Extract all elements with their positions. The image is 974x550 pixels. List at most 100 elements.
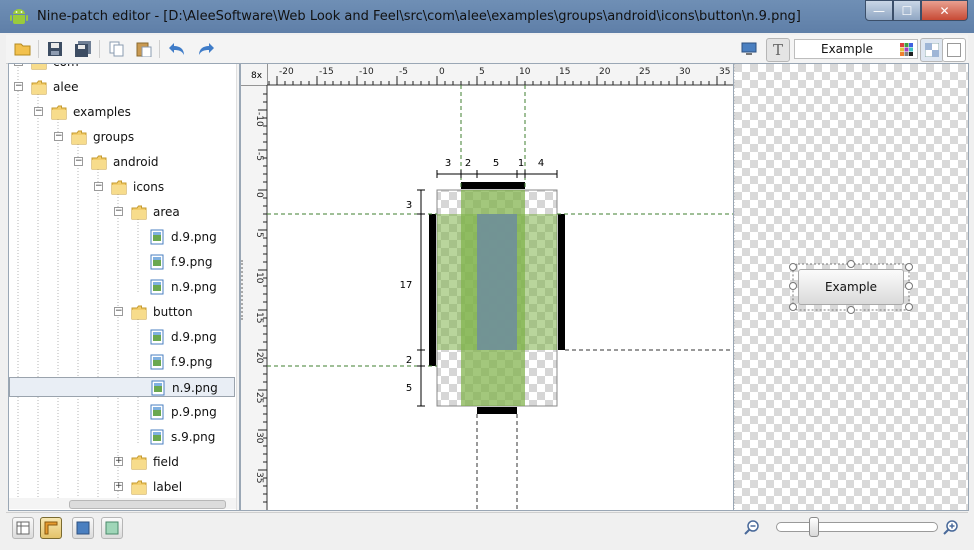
nine-patch-image[interactable] — [429, 182, 565, 414]
open-button[interactable] — [12, 38, 34, 60]
paste-button[interactable] — [133, 38, 155, 60]
tree-folder-row[interactable]: − area — [9, 202, 235, 222]
tree-folder-row[interactable]: − icons — [9, 177, 235, 197]
expand-toggle-icon[interactable]: + — [114, 482, 123, 491]
nine-patch-editor[interactable]: 8x -20 -15 -10 -5 0 5 10 15 20 25 30 35 -10 -5 0 5 10 15 2… — [240, 63, 734, 511]
top-ruler-label: 25 — [639, 67, 650, 77]
tree-file-row[interactable]: n.9.png — [9, 277, 235, 297]
checker-background-button[interactable] — [920, 38, 944, 62]
tree-item-label: f.9.png — [171, 255, 213, 269]
tree-folder-row[interactable]: + label — [9, 477, 235, 497]
left-ruler-label: 20 — [254, 352, 264, 364]
tree-item-label: groups — [93, 130, 135, 144]
tree-file-row[interactable]: d.9.png — [9, 227, 235, 247]
top-ruler — [241, 64, 733, 85]
tree-folder-row[interactable]: − android — [9, 152, 235, 172]
save-button[interactable] — [44, 38, 66, 60]
top-ruler-label: 10 — [519, 67, 531, 77]
nine-patch-guides-icon — [16, 521, 30, 535]
tree-horizontal-thumb[interactable] — [69, 500, 226, 509]
col-measure-2: 2 — [465, 158, 471, 169]
image-file-icon — [150, 229, 164, 245]
left-ruler-label: 35 — [254, 472, 264, 483]
tree-item-label: examples — [73, 105, 131, 119]
file-tree[interactable]: −com−alee−examples−groups−android−icons−… — [8, 63, 240, 511]
redo-button[interactable] — [195, 38, 217, 60]
undo-button[interactable] — [166, 38, 188, 60]
copy-button[interactable] — [106, 38, 128, 60]
preview-screen-button[interactable] — [738, 38, 760, 60]
guides-toggle-button[interactable] — [12, 517, 34, 539]
collapse-toggle-icon[interactable]: − — [54, 132, 63, 141]
col-measure-1: 3 — [445, 158, 451, 169]
tree-file-row[interactable]: p.9.png — [9, 402, 235, 422]
nine-patch-canvas[interactable]: 8x -20 -15 -10 -5 0 5 10 15 20 25 30 35-10-50510152… — [241, 64, 733, 510]
folder-icon — [51, 105, 67, 120]
collapse-toggle-icon[interactable]: − — [34, 107, 43, 116]
bottom-content-mark[interactable] — [477, 407, 517, 414]
tree-file-row[interactable]: s.9.png — [9, 427, 235, 447]
tree-folder-row[interactable]: − alee — [9, 77, 235, 97]
ruler-toggle-button[interactable] — [40, 517, 62, 539]
tree-file-row[interactable]: f.9.png — [9, 352, 235, 372]
white-background-button[interactable] — [942, 38, 966, 62]
splitter-grip[interactable] — [241, 260, 246, 320]
folder-icon — [111, 180, 127, 195]
tree-folder-row[interactable]: − button — [9, 302, 235, 322]
folder-icon — [31, 80, 47, 95]
minimize-button[interactable]: — — [865, 0, 893, 21]
tree-horizontal-scrollbar[interactable] — [9, 498, 236, 509]
top-stretch-mark[interactable] — [461, 182, 525, 189]
collapse-toggle-icon[interactable]: − — [74, 157, 83, 166]
preview-button[interactable]: Example — [798, 269, 904, 305]
tree-item-label: icons — [133, 180, 165, 194]
preview-text-field[interactable]: Example — [794, 39, 918, 59]
tree-folder-row[interactable]: − com — [9, 64, 235, 72]
tree-file-row[interactable]: n.9.png — [9, 377, 235, 397]
zoom-in-icon[interactable] — [942, 519, 959, 536]
left-stretch-mark[interactable] — [429, 214, 436, 366]
tree-folder-row[interactable]: + field — [9, 452, 235, 472]
tree-file-row[interactable]: d.9.png — [9, 327, 235, 347]
zoom-out-icon[interactable] — [743, 519, 760, 536]
tree-folder-row[interactable]: − groups — [9, 127, 235, 147]
close-button[interactable]: ✕ — [921, 0, 968, 21]
collapse-toggle-icon[interactable]: − — [94, 182, 103, 191]
collapse-toggle-icon[interactable]: − — [14, 64, 23, 66]
tree-item-label: button — [153, 305, 193, 319]
content-area[interactable] — [477, 214, 517, 350]
undo-icon — [169, 43, 184, 55]
expand-toggle-icon[interactable]: + — [114, 457, 123, 466]
tree-item-label: com — [53, 64, 79, 69]
collapse-toggle-icon[interactable]: − — [114, 207, 123, 216]
blank-icon — [947, 43, 961, 57]
color-background-button[interactable] — [101, 517, 123, 539]
checker-icon — [925, 43, 939, 57]
image-file-icon — [150, 329, 164, 345]
collapse-toggle-icon[interactable]: − — [114, 307, 123, 316]
save-all-button[interactable] — [72, 38, 94, 60]
color-palette-icon[interactable] — [900, 43, 913, 56]
tree-file-row[interactable]: f.9.png — [9, 252, 235, 272]
tree-item-label: area — [153, 205, 180, 219]
collapse-toggle-icon[interactable]: − — [14, 82, 23, 91]
tree-item-label: alee — [53, 80, 79, 94]
zoom-label: 8x — [251, 71, 263, 81]
tree-folder-row[interactable]: − examples — [9, 102, 235, 122]
save-icon — [48, 42, 62, 56]
zoom-slider-track[interactable] — [776, 522, 938, 532]
right-content-mark[interactable] — [558, 214, 565, 350]
color-background-icon — [105, 521, 119, 535]
folder-icon — [71, 130, 87, 145]
image-file-icon — [150, 429, 164, 445]
row-measure-1: 3 — [406, 200, 412, 211]
top-ruler-label: 20 — [599, 67, 611, 77]
left-ruler-label: 30 — [254, 432, 264, 444]
text-icon: T — [772, 41, 783, 59]
zoom-slider-knob[interactable] — [809, 517, 819, 537]
toolbar: T Example — [6, 35, 968, 64]
maximize-button[interactable]: ☐ — [893, 0, 921, 21]
image-file-icon — [150, 254, 164, 270]
solid-background-button[interactable] — [72, 517, 94, 539]
text-toggle-button[interactable]: T — [766, 38, 790, 62]
